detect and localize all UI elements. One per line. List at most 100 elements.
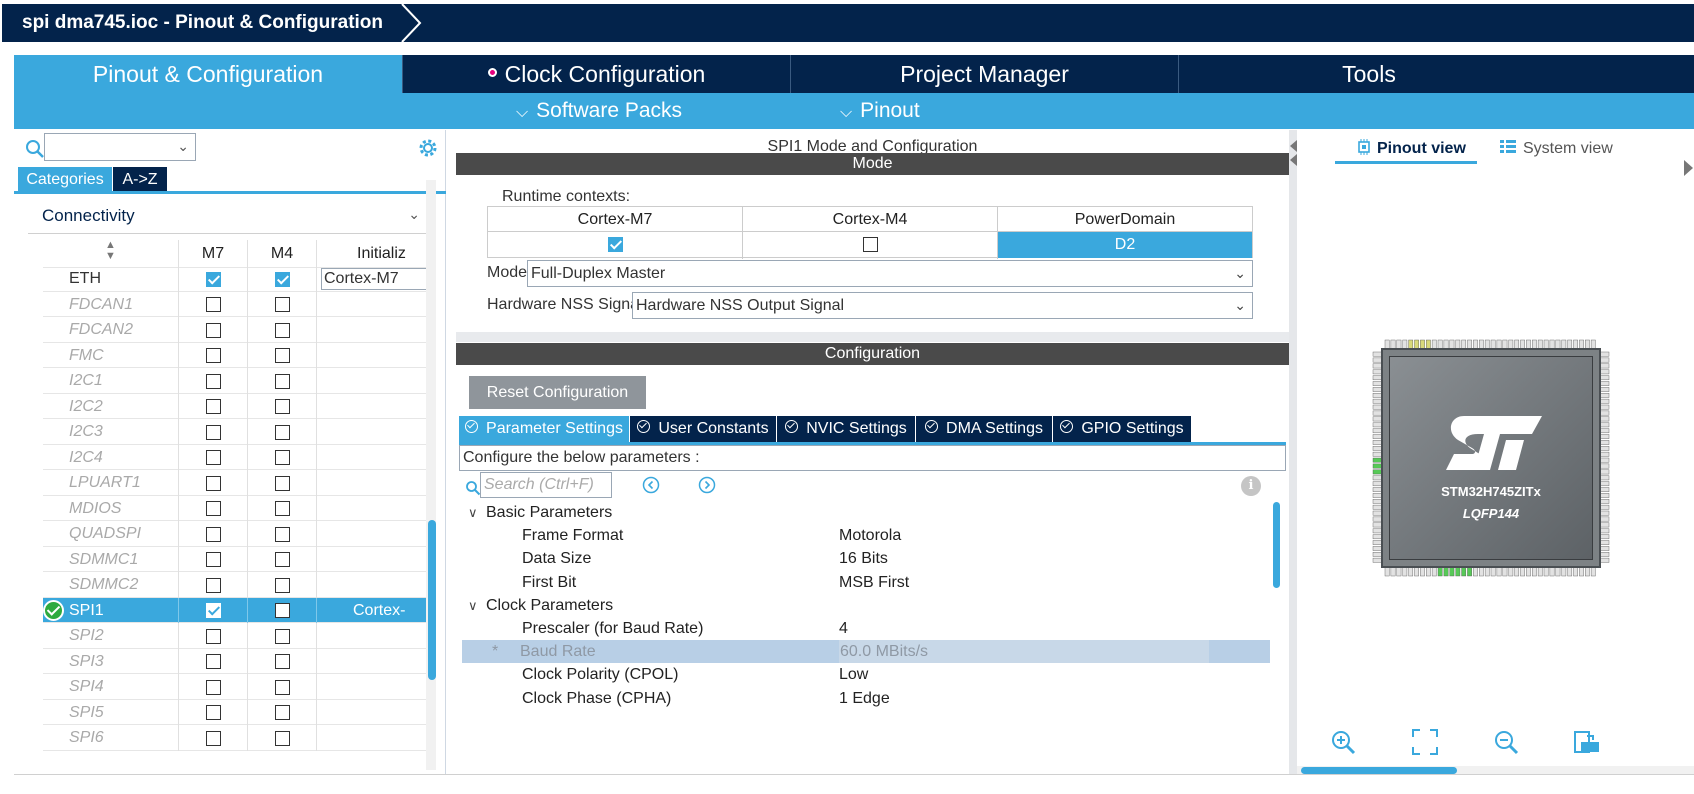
reset-configuration-button[interactable]: Reset Configuration [469, 376, 646, 409]
table-row[interactable]: QUADSPI [43, 521, 433, 547]
peripheral-name[interactable]: LPUART1 [43, 470, 179, 496]
parameter-group[interactable]: ∨ Clock Parameters [462, 594, 1270, 617]
parameter-row[interactable]: Clock Phase (CPHA) 1 Edge [462, 687, 1270, 710]
component-search-input[interactable]: ⌄ [44, 133, 196, 161]
m4-checkbox[interactable] [274, 297, 290, 313]
parameter-value[interactable]: Low [839, 663, 868, 686]
m7-checkbox[interactable] [205, 399, 221, 415]
pinout-horizontal-scrollbar[interactable] [1297, 766, 1694, 774]
table-row[interactable]: SPI5 [43, 699, 433, 725]
m4-checkbox[interactable] [274, 322, 290, 338]
table-row[interactable]: SDMMC2 [43, 572, 433, 598]
parameter-value[interactable]: 4 [839, 617, 848, 640]
m7-checkbox[interactable] [205, 424, 221, 440]
power-domain-value[interactable]: D2 [998, 232, 1252, 258]
table-row[interactable]: MDIOS [43, 495, 433, 521]
m7-checkbox[interactable] [205, 526, 221, 542]
tab-tools[interactable]: Tools [1179, 55, 1559, 93]
peripheral-name[interactable]: SPI4 [43, 674, 179, 700]
tab-gpio-settings[interactable]: GPIO Settings [1053, 416, 1191, 442]
m7-checkbox[interactable] [205, 348, 221, 364]
initializer-cell[interactable] [317, 368, 433, 394]
m4-checkbox[interactable] [274, 603, 290, 619]
tab-system-view[interactable]: System view [1499, 138, 1613, 164]
table-row[interactable]: SPI3 [43, 648, 433, 674]
peripheral-name[interactable]: FDCAN2 [43, 317, 179, 343]
parameter-value[interactable]: 16 Bits [839, 547, 888, 570]
m7-checkbox[interactable] [205, 501, 221, 517]
initializer-cell[interactable] [317, 394, 433, 420]
scrollbar-thumb[interactable] [428, 520, 436, 680]
parameter-value[interactable]: Motorola [839, 524, 901, 547]
initializer-cell[interactable] [317, 292, 433, 318]
tab-user-constants[interactable]: User Constants [630, 416, 777, 442]
tab-a-z[interactable]: A->Z [113, 167, 167, 192]
m7-checkbox[interactable] [205, 679, 221, 695]
table-row[interactable]: SPI2 [43, 623, 433, 649]
mcu-chip-diagram[interactable]: STM32H745ZITx LQFP144 [1371, 338, 1611, 578]
cortex-m7-checkbox[interactable] [607, 237, 623, 253]
parameter-row[interactable]: Data Size 16 Bits [462, 547, 1270, 570]
collapse-arrow-icon[interactable] [1684, 158, 1694, 188]
m4-checkbox[interactable] [274, 628, 290, 644]
peripheral-name[interactable]: SPI1 [43, 597, 179, 623]
peripheral-name[interactable]: SDMMC2 [43, 572, 179, 598]
m4-checkbox[interactable] [274, 501, 290, 517]
table-row[interactable]: I2C2 [43, 393, 433, 420]
initializer-cell[interactable]: Cortex- [317, 598, 433, 624]
initializer-value[interactable]: Cortex-M7 [321, 268, 429, 290]
parameter-search-input[interactable]: Search (Ctrl+F) [480, 472, 612, 498]
tab-pinout-configuration[interactable]: Pinout & Configuration [14, 55, 403, 93]
peripheral-name[interactable]: ETH [43, 266, 179, 292]
m7-checkbox[interactable] [205, 322, 221, 338]
search-icon[interactable] [24, 138, 46, 160]
tab-nvic-settings[interactable]: NVIC Settings [777, 416, 916, 442]
sort-column-header[interactable]: ▲ ▼ [43, 240, 179, 268]
m4-checkbox[interactable] [274, 552, 290, 568]
parameters-scrollbar[interactable] [1271, 502, 1281, 774]
table-row[interactable]: SDMMC1 [43, 546, 433, 572]
m7-checkbox[interactable] [205, 577, 221, 593]
previous-match-icon[interactable] [642, 476, 660, 494]
initializer-cell[interactable] [317, 521, 433, 547]
m4-checkbox[interactable] [274, 730, 290, 746]
initializer-cell[interactable] [317, 725, 433, 751]
next-match-icon[interactable] [698, 476, 716, 494]
m4-checkbox[interactable] [274, 577, 290, 593]
nss-signal-select[interactable]: Hardware NSS Output Signal ⌄ [632, 292, 1253, 319]
initializer-cell[interactable] [317, 343, 433, 369]
m4-checkbox[interactable] [274, 271, 290, 287]
table-row[interactable]: FDCAN1 [43, 291, 433, 318]
peripheral-name[interactable]: SPI3 [43, 648, 179, 674]
initializer-cell[interactable] [317, 317, 433, 343]
initializer-cell[interactable] [317, 572, 433, 598]
parameter-row[interactable]: Frame Format Motorola [462, 524, 1270, 547]
initializer-cell[interactable] [317, 674, 433, 700]
m4-checkbox[interactable] [274, 679, 290, 695]
connectivity-group-header[interactable]: Connectivity ⌄ [28, 198, 432, 234]
m4-checkbox[interactable] [274, 373, 290, 389]
peripheral-name[interactable]: SPI6 [43, 725, 179, 751]
parameter-value[interactable]: 1 Edge [839, 687, 890, 710]
peripheral-name[interactable]: MDIOS [43, 495, 179, 521]
scrollbar-thumb[interactable] [1273, 502, 1280, 588]
left-scrollbar[interactable] [426, 180, 436, 770]
m7-checkbox[interactable] [205, 552, 221, 568]
column-header-m4[interactable]: M4 [248, 240, 317, 268]
parameter-value[interactable]: MSB First [839, 571, 909, 594]
m4-checkbox[interactable] [274, 450, 290, 466]
peripheral-name[interactable]: FMC [43, 342, 179, 368]
software-packs-menu[interactable]: ⌵ Software Packs [516, 93, 682, 129]
cortex-m4-checkbox[interactable] [862, 237, 878, 253]
m7-checkbox[interactable] [205, 705, 221, 721]
initializer-cell[interactable] [317, 419, 433, 445]
m4-checkbox[interactable] [274, 475, 290, 491]
zoom-out-icon[interactable] [1492, 728, 1520, 756]
info-icon[interactable]: i [1241, 476, 1261, 496]
peripheral-name[interactable]: I2C4 [43, 444, 179, 470]
column-header-m7[interactable]: M7 [179, 240, 248, 268]
parameter-row[interactable]: First Bit MSB First [462, 571, 1270, 594]
tab-categories[interactable]: Categories [18, 167, 112, 192]
m7-checkbox[interactable] [205, 373, 221, 389]
peripheral-name[interactable]: I2C1 [43, 368, 179, 394]
